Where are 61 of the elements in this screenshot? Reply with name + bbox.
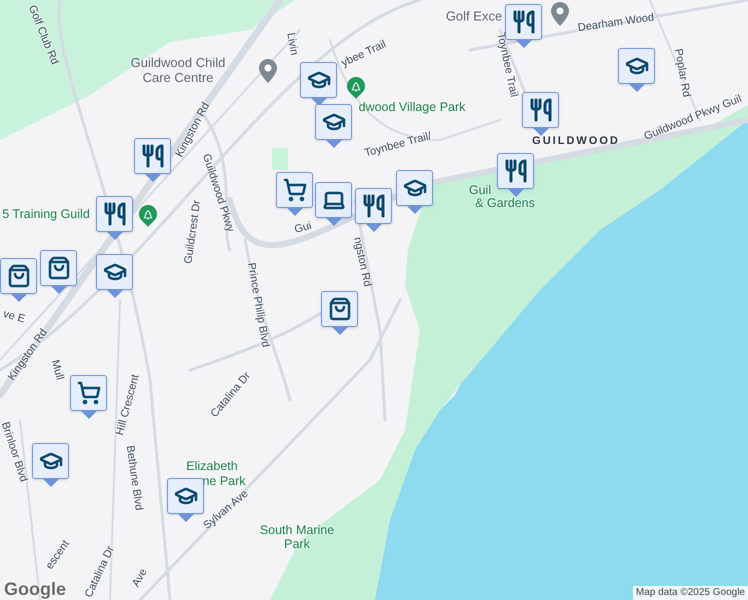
fork-knife-icon xyxy=(528,98,552,122)
street-label: ve E xyxy=(1,307,27,328)
tree-icon xyxy=(350,80,362,92)
street-label: Golf Club Rd xyxy=(24,2,62,68)
google-logo: Google xyxy=(4,579,66,599)
park-label: Guil xyxy=(468,183,492,197)
cart-marker[interactable] xyxy=(70,375,107,419)
district-label: GUILDWOOD xyxy=(532,134,620,149)
street-label: Guildcrest Dr xyxy=(181,199,204,265)
street-label: Toynbee Trail/ xyxy=(362,129,434,162)
shopping-bag-icon xyxy=(46,256,70,280)
school-marker[interactable] xyxy=(300,62,337,106)
street-label: Bethune Blvd xyxy=(122,444,146,512)
school-marker[interactable] xyxy=(618,48,655,92)
restaurant-marker[interactable] xyxy=(96,196,133,240)
street-label: Brinloor Blvd xyxy=(0,420,31,484)
map-attribution: Map data ©2025 Google xyxy=(632,586,748,600)
fork-knife-icon xyxy=(102,202,126,226)
restaurant-marker[interactable] xyxy=(497,153,534,197)
bag-marker[interactable] xyxy=(40,250,77,294)
place-pin[interactable] xyxy=(259,59,277,83)
fork-knife-icon xyxy=(504,159,528,183)
place-label: Guildwood Child Care Centre xyxy=(130,55,226,85)
park-label: South Marine Park xyxy=(258,523,336,551)
street-label: Dearham Wood xyxy=(576,10,656,36)
restaurant-marker[interactable] xyxy=(134,138,171,182)
school-marker[interactable] xyxy=(32,443,69,487)
street-label: Poplar Rd xyxy=(671,47,694,99)
shopping-bag-icon xyxy=(6,264,30,288)
street-label: Gui xyxy=(292,218,314,238)
cart-marker[interactable] xyxy=(276,172,313,216)
park-label: 5 Training Guild xyxy=(2,207,90,221)
street-label: ybee Trail xyxy=(338,37,390,72)
school-marker[interactable] xyxy=(315,104,352,148)
fork-knife-icon xyxy=(512,10,536,34)
place-pin[interactable] xyxy=(551,2,569,26)
street-label: Mull xyxy=(48,358,67,382)
park-label: dwood Village Park xyxy=(358,100,466,114)
park-label: Elizabeth xyxy=(186,459,238,473)
street-label: ngston Rd xyxy=(350,236,374,288)
tree-icon xyxy=(142,208,154,220)
cafe-marker[interactable] xyxy=(315,182,352,226)
bag-marker[interactable] xyxy=(321,291,358,335)
fork-knife-icon xyxy=(362,194,386,218)
shopping-cart-icon xyxy=(282,178,306,202)
street-label: Prince Philip Blvd xyxy=(244,261,273,349)
fork-knife-icon xyxy=(140,144,164,168)
restaurant-marker[interactable] xyxy=(355,188,392,232)
school-marker[interactable] xyxy=(96,254,133,298)
shopping-bag-icon xyxy=(328,297,352,321)
shopping-cart-icon xyxy=(76,381,100,405)
school-marker[interactable] xyxy=(167,478,204,522)
restaurant-marker[interactable] xyxy=(522,92,559,136)
park-label: & Gardens xyxy=(475,196,535,210)
street-label: Ave xyxy=(128,566,151,590)
street-label: Hill Crescent xyxy=(112,372,143,438)
street-label: Livin xyxy=(283,31,302,57)
school-marker[interactable] xyxy=(396,170,433,214)
bag-marker[interactable] xyxy=(0,258,37,302)
place-label: Golf Exce xyxy=(446,8,502,24)
street-label: Toynbee Trail xyxy=(494,31,521,99)
